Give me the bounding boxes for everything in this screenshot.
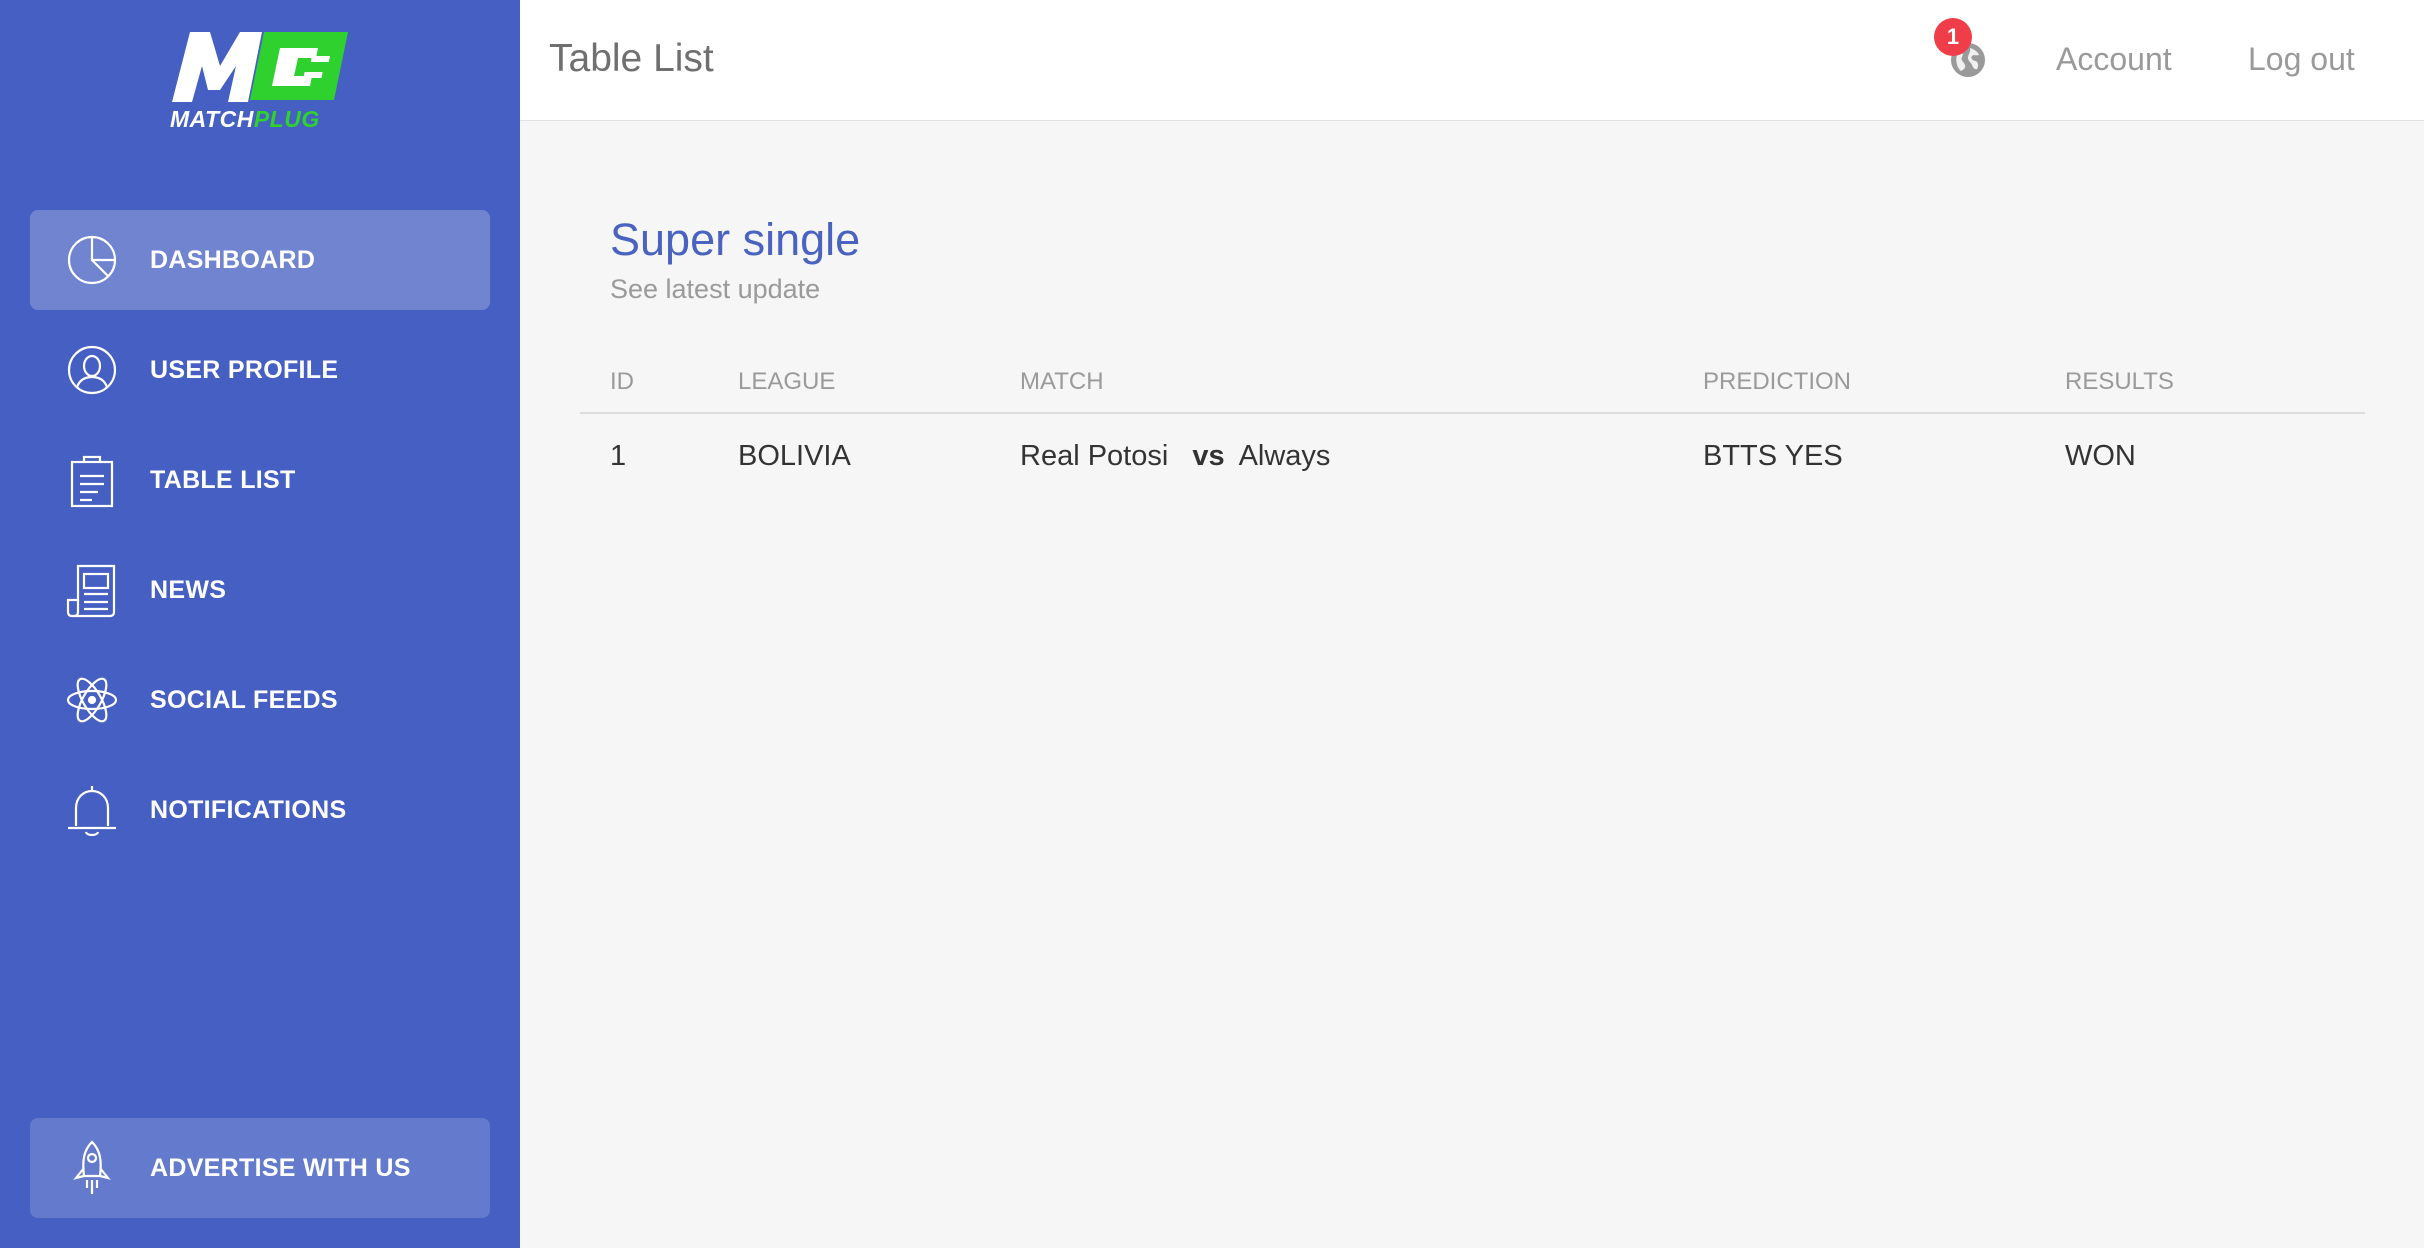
sidebar-item-label: TABLE LIST (150, 466, 296, 494)
notification-badge: 1 (1934, 18, 1972, 56)
top-bar: Table List 1 Account Log out (520, 0, 2424, 121)
sidebar-item-label: NEWS (150, 576, 227, 604)
clipboard-icon (64, 452, 120, 508)
sidebar: MATCHPLUG DASHBOARD USER PROFILE TABLE L… (0, 0, 520, 1248)
sidebar-item-label: USER PROFILE (150, 356, 339, 384)
cell-result: WON (2065, 440, 2136, 472)
advertise-label: ADVERTISE WITH US (150, 1154, 411, 1182)
cell-prediction: BTTS YES (1703, 440, 1843, 472)
rocket-icon (64, 1140, 120, 1196)
logo-text-match: MATCH (170, 106, 254, 132)
card-title: Super single (610, 214, 861, 265)
advertise-button[interactable]: ADVERTISE WITH US (30, 1118, 490, 1218)
pie-chart-icon (64, 232, 120, 288)
sidebar-item-label: SOCIAL FEEDS (150, 686, 338, 714)
match-away-team: Always (1238, 440, 1331, 472)
logo-wordmark: MATCHPLUG (170, 106, 350, 133)
account-link[interactable]: Account (2056, 0, 2172, 118)
sidebar-item-news[interactable]: NEWS (30, 540, 490, 640)
logo-mark-icon (172, 32, 348, 102)
table-header-divider (580, 412, 2365, 414)
sidebar-item-notifications[interactable]: NOTIFICATIONS (30, 760, 490, 860)
user-icon (64, 342, 120, 398)
column-header-league[interactable]: LEAGUE (738, 368, 835, 396)
column-header-prediction[interactable]: PREDICTION (1703, 368, 1851, 396)
match-home-team: Real Potosi (1020, 440, 1169, 472)
page-title: Table List (549, 37, 714, 80)
card-subtitle: See latest update (610, 274, 821, 304)
column-header-match[interactable]: MATCH (1020, 368, 1104, 396)
cell-match: Real Potosi vs Always (1020, 440, 1330, 473)
cell-league: BOLIVIA (738, 440, 851, 472)
sidebar-item-table-list[interactable]: TABLE LIST (30, 430, 490, 530)
match-vs: vs (1192, 440, 1225, 472)
bell-icon (64, 782, 120, 838)
column-header-results[interactable]: RESULTS (2065, 368, 2174, 396)
sidebar-item-label: NOTIFICATIONS (150, 796, 347, 824)
sidebar-item-social-feeds[interactable]: SOCIAL FEEDS (30, 650, 490, 750)
logout-link[interactable]: Log out (2248, 0, 2355, 118)
newspaper-icon (64, 562, 120, 618)
cell-id: 1 (610, 440, 627, 472)
logo-text-plug: PLUG (253, 106, 320, 132)
sidebar-item-dashboard[interactable]: DASHBOARD (30, 210, 490, 310)
column-header-id[interactable]: ID (610, 368, 634, 396)
atom-icon (64, 672, 120, 728)
sidebar-item-user-profile[interactable]: USER PROFILE (30, 320, 490, 420)
matchplug-logo[interactable]: MATCHPLUG (168, 28, 348, 134)
sidebar-item-label: DASHBOARD (150, 246, 316, 274)
